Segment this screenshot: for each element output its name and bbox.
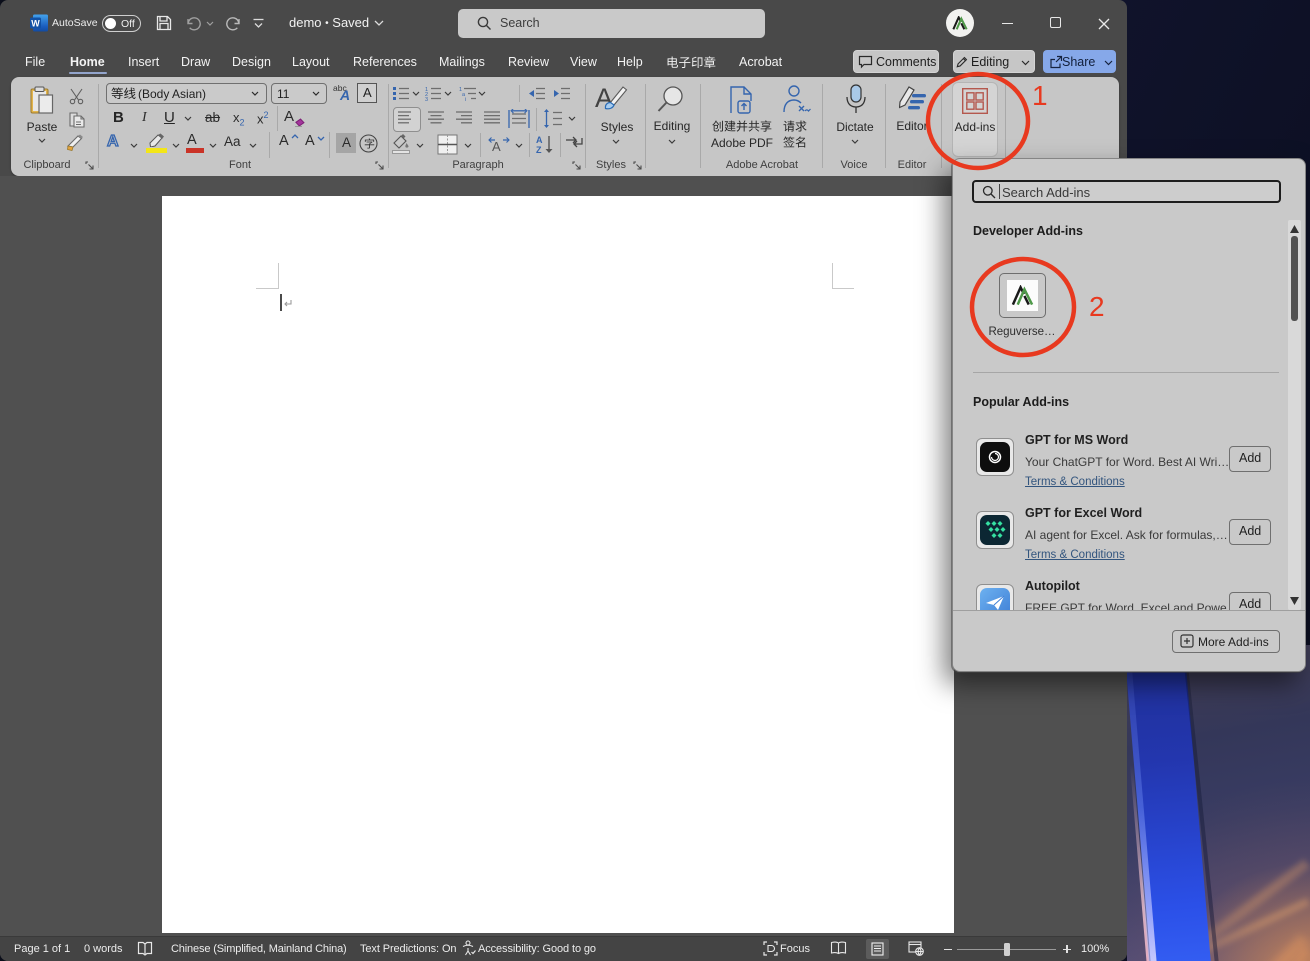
svg-text:A: A	[536, 135, 543, 145]
svg-text:3: 3	[425, 97, 428, 101]
svg-text:Z: Z	[536, 145, 542, 154]
svg-text:W: W	[31, 18, 40, 28]
svg-text:A: A	[492, 139, 501, 153]
svg-text:i: i	[465, 97, 466, 101]
